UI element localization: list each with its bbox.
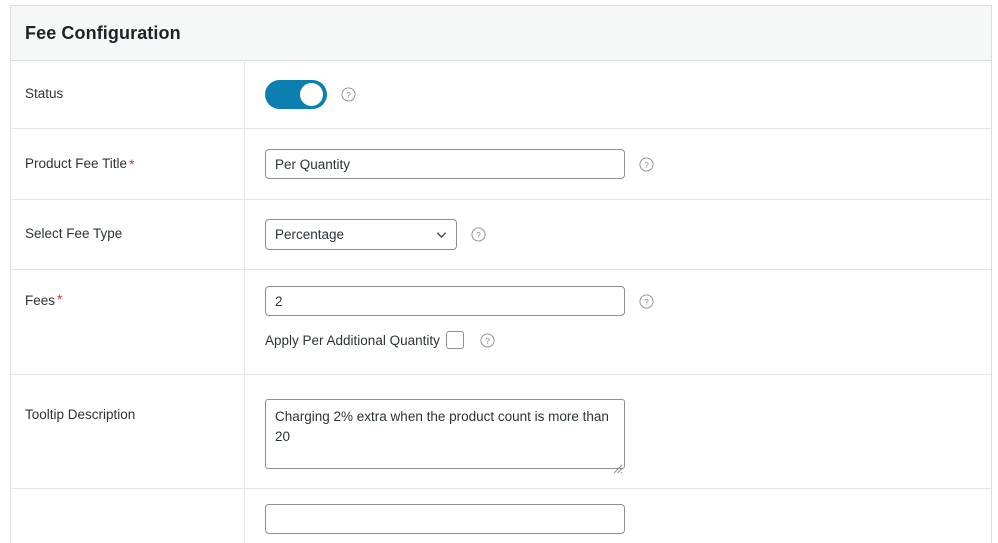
apply-per-additional-quantity-checkbox[interactable]	[445, 331, 464, 349]
svg-text:?: ?	[485, 335, 490, 345]
select-fee-type-field-line: Percentage ?	[265, 219, 486, 250]
label-product-fee-title: Product Fee Title	[25, 155, 128, 171]
label-fees: Fees	[25, 293, 56, 308]
page-title: Fee Configuration	[25, 22, 181, 43]
required-asterisk-product-fee-title: *	[129, 156, 135, 172]
fee-type-selected-value: Percentage	[275, 227, 345, 242]
tooltip-description-textarea[interactable]: Charging 2% extra when the product count…	[265, 399, 625, 469]
label-apply-per-additional-quantity: Apply Per Additional Quantity	[265, 332, 440, 348]
label-tooltip-description: Tooltip Description	[25, 407, 136, 422]
page-root: Fee Configuration Status ? Product Fee T…	[0, 0, 998, 543]
row-label-cell-partial	[11, 489, 245, 543]
svg-text:?: ?	[644, 159, 649, 169]
row-field-cell-status: ?	[245, 61, 991, 128]
product-fee-title-field-line: ?	[265, 149, 654, 179]
label-select-fee-type: Select Fee Type	[25, 226, 123, 242]
label-status: Status	[25, 86, 64, 102]
row-label-cell-tooltip-description: Tooltip Description	[11, 375, 245, 488]
row-label-cell-product-fee-title: Product Fee Title *	[11, 129, 245, 199]
table-row-product-fee-title: Product Fee Title* ?	[11, 129, 991, 200]
question-circle-icon[interactable]: ?	[341, 87, 356, 102]
status-toggle[interactable]	[265, 80, 327, 109]
question-circle-icon[interactable]: ?	[480, 332, 495, 348]
fee-type-select[interactable]: Percentage	[265, 219, 457, 250]
table-row-partial	[11, 489, 991, 543]
fees-input[interactable]	[265, 286, 625, 316]
question-circle-icon[interactable]: ?	[639, 293, 654, 309]
fees-field-line: ?	[265, 286, 654, 316]
table-row-fees: Fees* ? Apply Per Additional Quantity	[11, 270, 991, 375]
fee-configuration-panel: Fee Configuration Status ? Product Fee T…	[10, 5, 992, 543]
svg-text:?: ?	[476, 230, 481, 240]
row-field-cell-fees: ? Apply Per Additional Quantity ?	[245, 270, 991, 374]
required-asterisk-fees: *	[57, 292, 63, 307]
row-label-cell-select-fee-type: Select Fee Type	[11, 200, 245, 269]
row-label-cell-fees: Fees *	[11, 270, 245, 374]
product-fee-title-input[interactable]	[265, 149, 625, 179]
table-row-select-fee-type: Select Fee Type Percentage ?	[11, 200, 991, 270]
row-field-cell-select-fee-type: Percentage ?	[245, 200, 991, 269]
status-field-line: ?	[265, 80, 356, 109]
row-field-cell-product-fee-title: ?	[245, 129, 991, 199]
row-field-cell-partial	[245, 489, 991, 543]
tooltip-description-wrapper: Charging 2% extra when the product count…	[265, 399, 625, 474]
svg-text:?: ?	[346, 90, 351, 100]
row-label-cell-status: Status	[11, 61, 245, 128]
table-row-tooltip-description: Tooltip Description Charging 2% extra wh…	[11, 375, 991, 489]
toggle-knob	[300, 83, 323, 106]
apply-per-additional-quantity-line: Apply Per Additional Quantity ?	[265, 331, 495, 349]
question-circle-icon[interactable]: ?	[471, 227, 486, 242]
table-row-status: Status ?	[11, 61, 991, 129]
row-field-cell-tooltip-description: Charging 2% extra when the product count…	[245, 375, 991, 488]
partial-input[interactable]	[265, 504, 625, 534]
fee-type-select-wrapper: Percentage	[265, 219, 457, 250]
question-circle-icon[interactable]: ?	[639, 156, 654, 172]
panel-header: Fee Configuration	[11, 6, 991, 61]
svg-text:?: ?	[644, 296, 649, 306]
